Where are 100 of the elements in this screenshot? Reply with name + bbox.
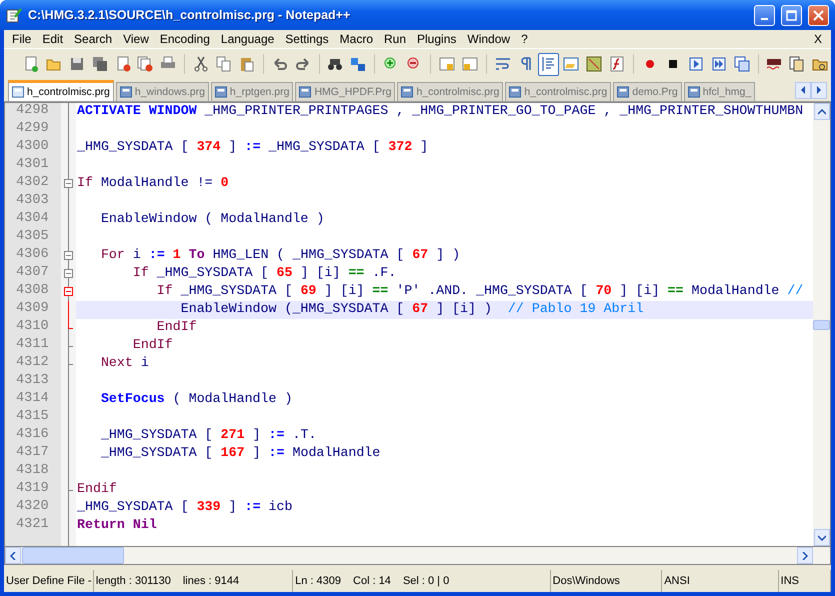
code-line: SetFocus ( ModalHandle ): [100, 391, 294, 408]
collapse-icon[interactable]: [64, 287, 73, 296]
menu-item[interactable]: Settings: [280, 32, 335, 46]
menu-item[interactable]: Plugins: [412, 32, 462, 46]
play-icon: [688, 56, 704, 72]
collapse-icon[interactable]: [64, 251, 73, 260]
scrollbar-thumb[interactable]: [813, 320, 830, 330]
line-number: 4320: [15, 499, 50, 516]
minimize-button[interactable]: [754, 4, 775, 26]
menu-item[interactable]: ?: [516, 32, 534, 46]
line-number: 4310: [15, 319, 50, 336]
fast-forward-icon: [710, 56, 727, 72]
line-number: 4312: [15, 355, 50, 372]
spellcheck-icon: [766, 56, 782, 72]
code-line: ACTIVATE WINDOW _HMG_PRINTER_PRINTPAGES , _HMG_PRINTER_GO_TO_PAGE , _HMG_PRINTER_SHOWTHUMBN: [76, 103, 804, 120]
scroll-left-button[interactable]: [795, 82, 811, 98]
file-tab[interactable]: h_controlmisc.prg: [8, 80, 114, 101]
line-number: 4321: [15, 517, 50, 534]
line-number: 4308: [15, 283, 50, 300]
file-tab[interactable]: HMG_HPDF.Prg: [295, 82, 396, 101]
line-number: 4299: [15, 121, 50, 138]
line-number: 4318: [15, 463, 50, 480]
file-icon: [617, 86, 630, 98]
file-icon: [401, 86, 414, 98]
status-text: User Define File -: [6, 575, 92, 587]
menu-item[interactable]: Edit: [37, 32, 70, 46]
line-number: 4302: [15, 175, 50, 192]
scroll-up-button[interactable]: [814, 103, 830, 120]
code-line: Next i: [100, 355, 150, 372]
menu-item[interactable]: Run: [379, 32, 412, 46]
line-number: 4304: [15, 211, 50, 228]
code-line: EndIf: [156, 319, 198, 336]
save-macro-icon: [734, 56, 750, 72]
toolbar-button[interactable]: [538, 52, 560, 76]
close-document-button[interactable]: X: [814, 32, 828, 46]
file-icon: [12, 86, 24, 98]
caret-left-icon: [800, 86, 806, 94]
file-icon: [120, 86, 132, 98]
file-tab[interactable]: demo.Prg: [613, 82, 682, 101]
clipboard-icon: [789, 56, 806, 72]
collapse-icon[interactable]: [64, 179, 73, 188]
indent-guide-icon: [540, 56, 556, 72]
file-tab[interactable]: h_controlmisc.prg: [505, 82, 612, 101]
scroll-down-button[interactable]: [814, 529, 830, 546]
status-text: lines : 9144: [182, 575, 240, 587]
window-title: C:\HMG.3.2.1\SOURCE\h_controlmisc.prg - Notepad++: [28, 8, 352, 22]
line-number: 4303: [15, 193, 50, 210]
file-icon: [688, 86, 700, 98]
file-icon: [214, 86, 227, 98]
line-number: 4314: [15, 391, 50, 408]
status-text: length : 301130: [96, 575, 171, 587]
scroll-right-button[interactable]: [797, 547, 813, 564]
menu-item[interactable]: View: [118, 32, 155, 46]
menu-item[interactable]: Window: [462, 32, 516, 46]
caret-right-icon: [816, 86, 822, 94]
file-tab[interactable]: h_windows.prg: [116, 82, 209, 101]
file-tab[interactable]: h_rptgen.prg: [210, 82, 294, 101]
caret-up-icon: [818, 108, 826, 114]
caret-left-icon: [10, 552, 16, 560]
binoculars-icon: [327, 56, 344, 72]
status-text: INS: [780, 575, 799, 587]
minimize-icon: [761, 18, 768, 20]
cut-icon: [193, 56, 210, 72]
maximize-icon: [786, 10, 797, 20]
close-icon: [813, 10, 824, 20]
scrollbar-thumb[interactable]: [22, 547, 124, 564]
menu-item[interactable]: Language: [216, 32, 280, 46]
caret-right-icon: [802, 552, 808, 560]
menu-item[interactable]: Encoding: [154, 32, 216, 46]
save-icon: [68, 56, 85, 72]
collapse-icon[interactable]: [64, 269, 73, 278]
maximize-button[interactable]: [781, 4, 802, 26]
menu-item[interactable]: Search: [69, 32, 118, 46]
paste-icon: [238, 56, 255, 72]
line-number: 4311: [15, 337, 50, 354]
undo-icon: [272, 56, 288, 72]
line-number: 4305: [15, 229, 50, 246]
file-tab[interactable]: h_controlmisc.prg: [397, 82, 504, 101]
close-button[interactable]: [808, 4, 829, 26]
redo-icon: [294, 56, 311, 72]
new-file-icon: [22, 56, 39, 72]
file-tab[interactable]: hfcl_hmg_: [684, 82, 756, 101]
code-line: For i := 1 To HMG_LEN ( _HMG_SYSDATA [ 67 ] ): [100, 247, 462, 264]
caret-down-icon: [818, 534, 826, 540]
code-line: If _HMG_SYSDATA [ 69 ] [i] == 'P' .AND. _HMG_SYSDATA [ 70 ] [i] == ModalHandle //: [156, 283, 804, 300]
code-line: If ModalHandle != 0: [76, 175, 230, 192]
menu-item[interactable]: File: [7, 32, 38, 46]
scroll-left-button[interactable]: [5, 547, 21, 564]
status-text: Sel : 0 | 0: [402, 575, 450, 587]
code-line: Endif: [76, 481, 118, 498]
code-line: _HMG_SYSDATA [ 167 ] := ModalHandle: [100, 445, 382, 462]
scroll-right-button[interactable]: [811, 82, 827, 98]
code-line: Return Nil: [76, 517, 158, 534]
line-number: 4306: [15, 247, 50, 264]
status-text: Dos\Windows: [552, 575, 620, 587]
file-icon: [509, 86, 522, 98]
code-line: EndIf: [132, 337, 174, 354]
menu-item[interactable]: Macro: [334, 32, 379, 46]
function-list-icon: [609, 56, 626, 72]
wrap-icon: [494, 56, 511, 72]
